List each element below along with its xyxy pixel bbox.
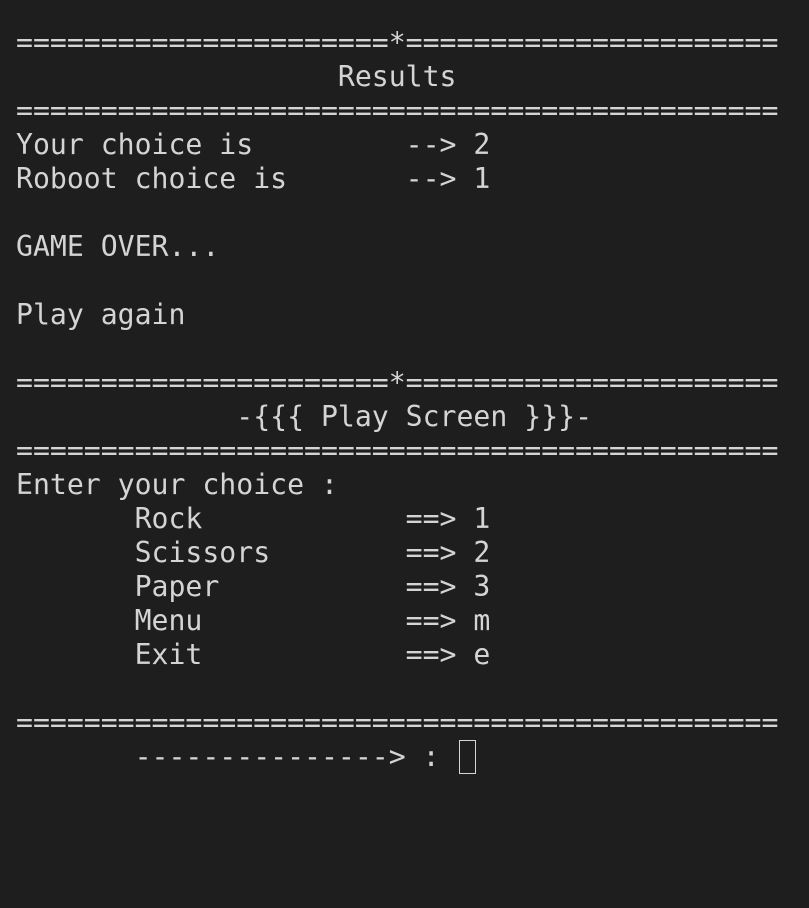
- terminal-output: ======================*=================…: [16, 26, 796, 774]
- option-scissors: Scissors ==> 2: [16, 536, 491, 569]
- play-screen-separator-bottom: ========================================…: [16, 434, 779, 467]
- input-line[interactable]: ---------------> :: [16, 740, 796, 774]
- option-rock: Rock ==> 1: [16, 502, 491, 535]
- results-separator-top: ======================*=================…: [16, 26, 779, 59]
- option-menu: Menu ==> m: [16, 604, 491, 637]
- game-over-text: GAME OVER...: [16, 230, 220, 263]
- play-again-text: Play again: [16, 298, 186, 331]
- play-screen-title: -{{{ Play Screen }}}-: [16, 400, 593, 433]
- play-screen-separator-top: ======================*=================…: [16, 366, 779, 399]
- your-choice-line: Your choice is --> 2: [16, 128, 491, 161]
- text-cursor[interactable]: [458, 740, 476, 774]
- results-title: Results: [16, 60, 457, 93]
- option-paper: Paper ==> 3: [16, 570, 491, 603]
- choice-prompt: Enter your choice :: [16, 468, 338, 501]
- results-separator-bottom: ========================================…: [16, 94, 779, 127]
- play-screen-separator-end: ========================================…: [16, 706, 779, 739]
- input-prompt: ---------------> :: [16, 740, 457, 773]
- option-exit: Exit ==> e: [16, 638, 491, 671]
- robot-choice-line: Roboot choice is --> 1: [16, 162, 491, 195]
